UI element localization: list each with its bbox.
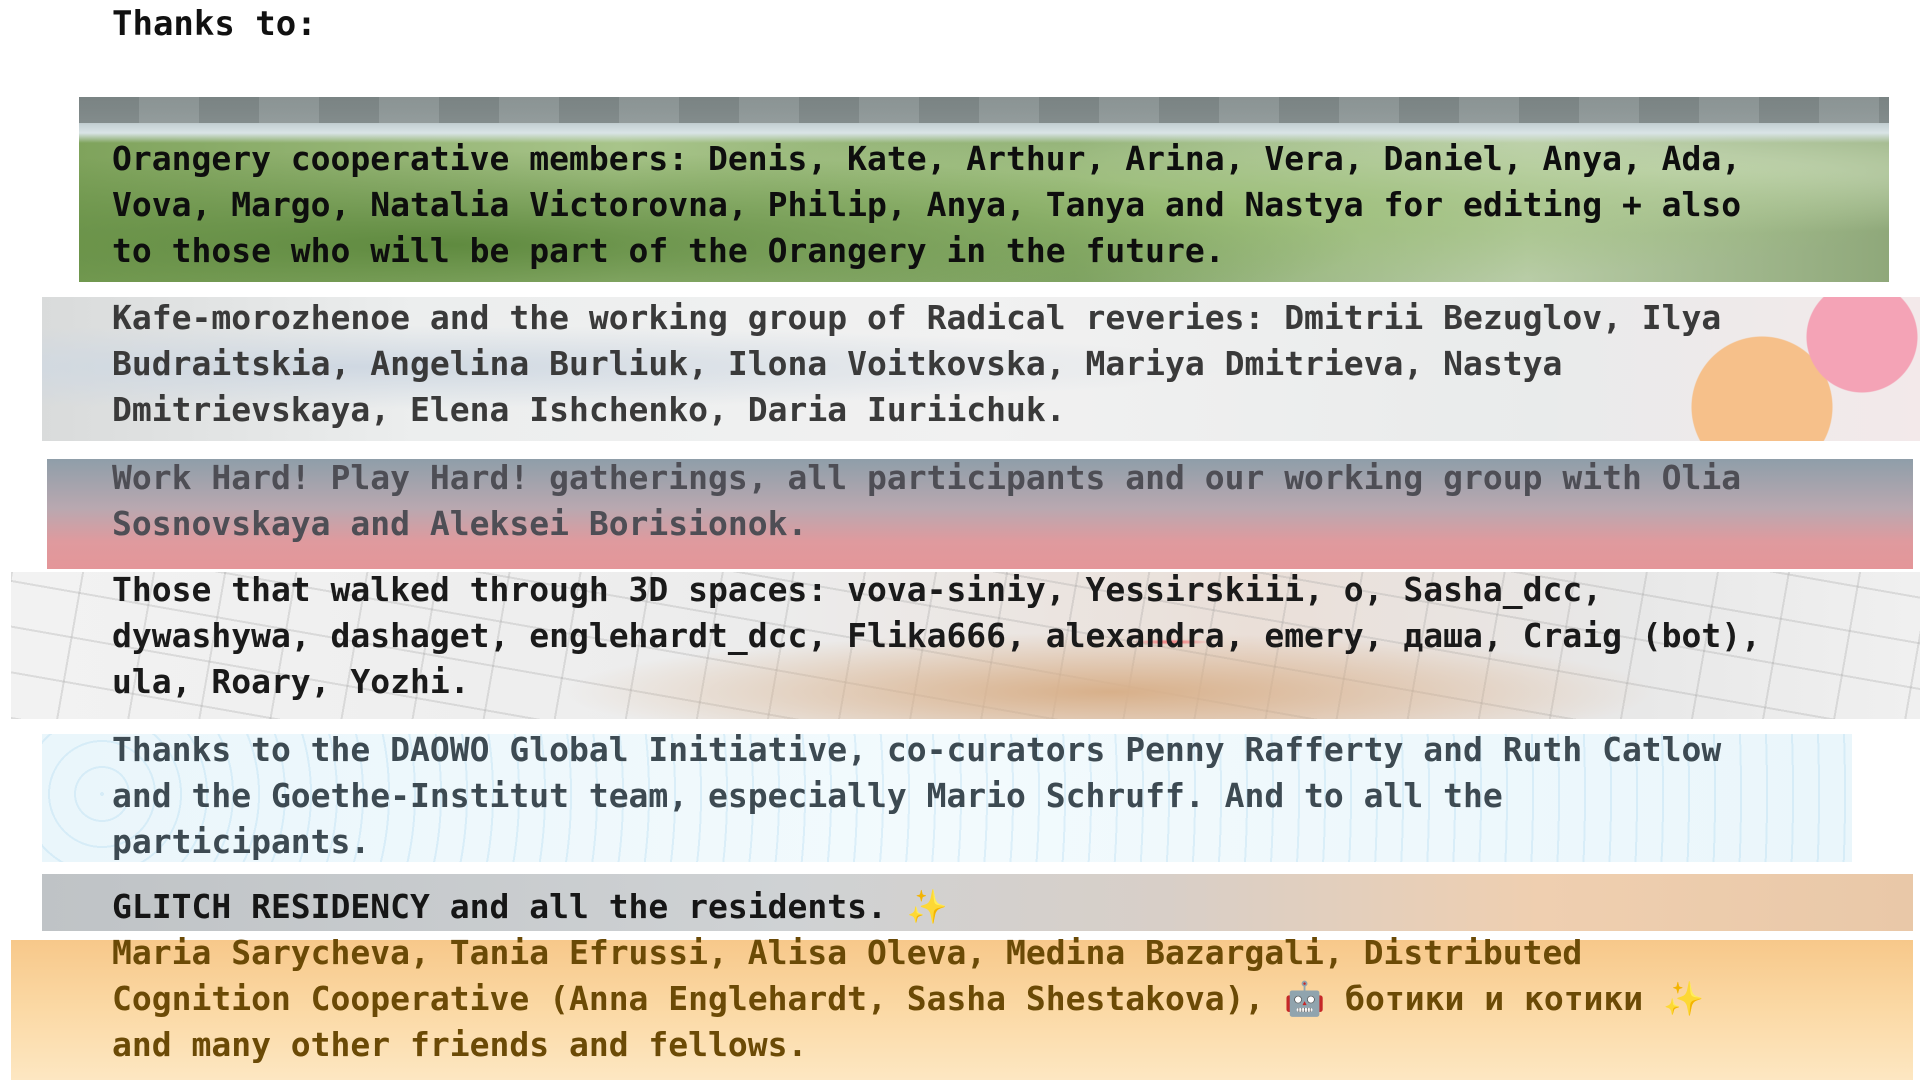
browser-tabs-strip bbox=[79, 97, 1889, 123]
kafe-credits: Kafe-morozhenoe and the working group of… bbox=[112, 298, 1722, 429]
daowo-credits: Thanks to the DAOWO Global Initiative, c… bbox=[112, 730, 1722, 861]
thanks-heading: Thanks to: bbox=[112, 4, 317, 44]
glitch-credits: GLITCH RESIDENCY and all the residents. … bbox=[112, 887, 948, 926]
orangery-credits: Orangery cooperative members: Denis, Kat… bbox=[112, 139, 1742, 270]
work-hard-credits: Work Hard! Play Hard! gatherings, all pa… bbox=[112, 458, 1742, 543]
spaces-3d-credits: Those that walked through 3D spaces: vov… bbox=[112, 570, 1762, 701]
friends-credits: Maria Sarycheva, Tania Efrussi, Alisa Ol… bbox=[112, 933, 1705, 1064]
